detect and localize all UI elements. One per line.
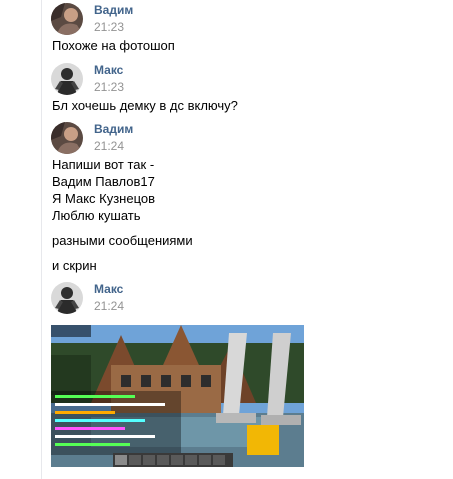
avatar-maks[interactable] — [51, 63, 83, 95]
message-text: разными сообщениями — [52, 233, 193, 248]
chat-window: Вадим 21:23 Похоже на фотошоп Макс 21:23… — [0, 0, 453, 479]
attached-screenshot[interactable] — [51, 325, 304, 467]
message-author[interactable]: Вадим — [94, 122, 133, 136]
message-author[interactable]: Вадим — [94, 3, 133, 17]
avatar-vadim[interactable] — [51, 3, 83, 35]
message-time[interactable]: 21:23 — [94, 20, 124, 34]
chat-left-divider — [41, 0, 42, 479]
avatar-maks[interactable] — [51, 282, 83, 314]
message-author[interactable]: Макс — [94, 63, 123, 77]
message-text: Похоже на фотошоп — [52, 38, 175, 53]
message-text-line: Вадим Павлов17 — [52, 174, 155, 189]
message-author[interactable]: Макс — [94, 282, 123, 296]
message-text: и скрин — [52, 258, 97, 273]
message-text-line: Люблю кушать — [52, 208, 141, 223]
message-text: Бл хочешь демку в дс включу? — [52, 98, 238, 113]
message-text-line: Я Макс Кузнецов — [52, 191, 156, 206]
message-time[interactable]: 21:24 — [94, 139, 124, 153]
message-text-line: Напиши вот так - — [52, 157, 155, 172]
message-time[interactable]: 21:23 — [94, 80, 124, 94]
message-time[interactable]: 21:24 — [94, 299, 124, 313]
avatar-vadim[interactable] — [51, 122, 83, 154]
